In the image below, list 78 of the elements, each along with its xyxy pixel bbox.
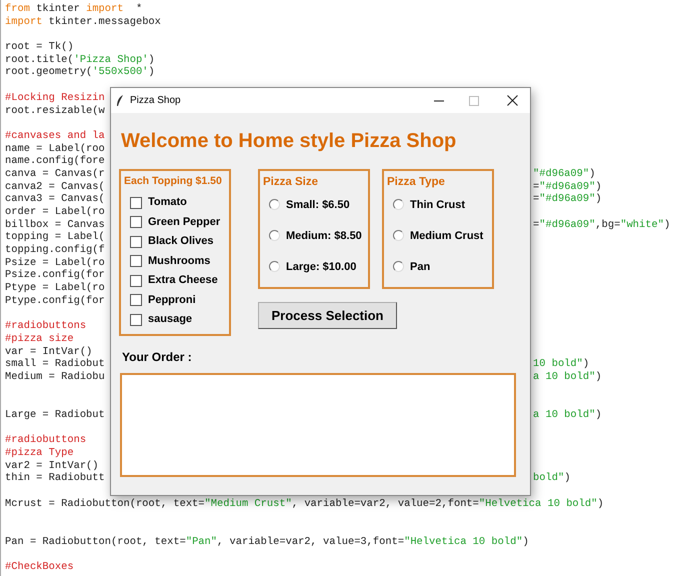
option-label: Large: $10.00	[286, 260, 356, 274]
panel-title: Pizza Type	[387, 175, 446, 190]
code-line: Psize = Label(ro	[5, 256, 105, 269]
panel-title: Pizza Size	[263, 175, 319, 190]
radio-button[interactable]	[393, 261, 404, 272]
code-line: billbox = Canvas	[5, 218, 105, 231]
option-label: Thin Crust	[410, 198, 465, 212]
topping-label: Tomato	[148, 195, 187, 210]
code-line: root.geometry('550x500')	[5, 66, 155, 78]
radio-button[interactable]	[269, 261, 280, 272]
code-line: #pizza Type	[5, 447, 74, 460]
code-line: #radiobuttons	[5, 434, 86, 446]
code-line: 10 bold")	[533, 358, 590, 371]
code-line: root.resizable(w	[5, 104, 105, 116]
topping-label: Green Pepper	[148, 214, 220, 230]
code-line: Ptype = Label(ro	[5, 282, 105, 294]
option-label: Small: $6.50	[286, 198, 350, 212]
code-line: a 10 bold")	[533, 409, 602, 422]
checkbox[interactable]	[130, 274, 142, 286]
code-line: from tkinter import *	[5, 3, 142, 15]
topping-label: Pepproni	[148, 292, 196, 308]
code-line: name = Label(roo	[5, 142, 105, 155]
code-line: topping.config(f	[5, 244, 105, 256]
process-button[interactable]: Process Selection	[258, 302, 397, 329]
order-label: Your Order :	[122, 350, 193, 364]
code-line: #pizza size	[5, 332, 74, 345]
code-line: var = IntVar()	[5, 346, 92, 358]
radio-button[interactable]	[393, 230, 404, 242]
code-line: ="#d96a09")	[533, 180, 602, 194]
panel-title: Each Topping $1.50	[124, 174, 222, 189]
topping-label: sausage	[148, 312, 192, 328]
code-line: canva = Canvas(r	[5, 168, 105, 180]
code-line: canva3 = Canvas(	[5, 193, 105, 206]
code-line: "#d96a09")	[533, 168, 596, 181]
code-line: a 10 bold")	[533, 370, 602, 384]
code-line: Pan = Radiobutton(root, text="Pan", variable=var2, value=3,font="Helvetica 10 bold")	[5, 536, 529, 548]
checkbox[interactable]	[130, 196, 142, 208]
topping-label: Black Olives	[148, 234, 214, 250]
checkbox[interactable]	[130, 255, 142, 267]
topping-label: Extra Cheese	[148, 273, 218, 288]
checkbox[interactable]	[130, 294, 142, 306]
radio-button[interactable]	[269, 199, 280, 210]
option-label: Pan	[410, 260, 430, 274]
code-line: #canvases and la	[5, 130, 105, 142]
code-line: root.title('Pizza Shop')	[5, 54, 155, 66]
code-line: var2 = IntVar()	[5, 460, 99, 472]
welcome-heading: Welcome to Home style Pizza Shop	[121, 129, 458, 153]
code-line: order = Label(ro	[5, 206, 105, 218]
topping-label: Mushrooms	[148, 254, 210, 269]
close-icon	[506, 95, 518, 106]
code-line: ="#d96a09",bg="white")	[533, 218, 670, 232]
radio-button[interactable]	[393, 199, 404, 210]
code-line: ="#d96a09")	[533, 193, 602, 206]
code-line: small = Radiobut	[5, 358, 105, 370]
code-line: Medium = Radiobu	[5, 370, 105, 383]
code-line: Psize.config(for	[5, 269, 105, 282]
code-line: canva2 = Canvas(	[5, 180, 105, 193]
checkbox[interactable]	[130, 236, 142, 248]
checkbox[interactable]	[130, 216, 142, 228]
option-label: Medium: $8.50	[286, 228, 362, 244]
code-line: #radiobuttons	[5, 320, 86, 332]
maximize-icon	[469, 96, 479, 106]
code-line: bold")	[533, 472, 570, 486]
feather-icon	[116, 94, 124, 106]
window-title: Pizza Shop	[130, 94, 181, 108]
code-line: topping = Label(	[5, 231, 105, 244]
option-label: Medium Crust	[410, 228, 484, 244]
code-line: Mcrust = Radiobutton(root, text="Medium Crust", variable=var2, value=2,font="Helvetica 10 bold")	[5, 498, 604, 510]
code-line: thin = Radiobutt	[5, 472, 105, 484]
code-line: #CheckBoxes	[5, 561, 74, 574]
code-line: name.config(fore	[5, 155, 105, 168]
checkbox[interactable]	[130, 314, 142, 326]
code-line: Large = Radiobut	[5, 409, 105, 421]
code-line: root = Tk()	[5, 41, 74, 54]
code-line: #Locking Resizin	[5, 92, 105, 104]
code-line: Ptype.config(for	[5, 294, 105, 307]
radio-button[interactable]	[269, 230, 280, 242]
code-line: import tkinter.messagebox	[5, 16, 161, 28]
